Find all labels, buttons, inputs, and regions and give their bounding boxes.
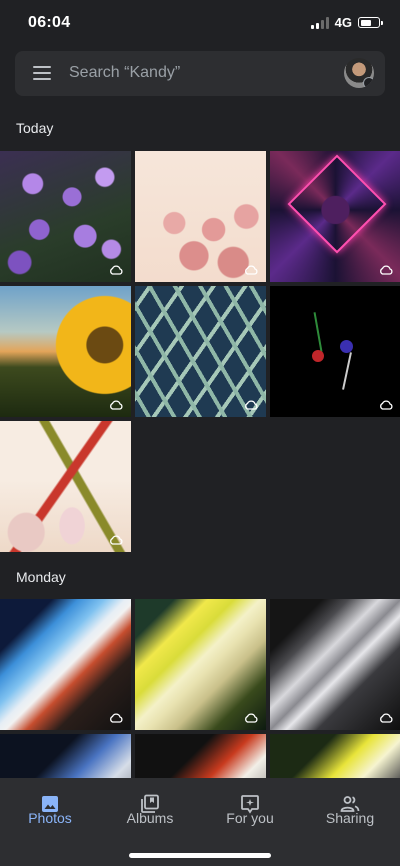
photo-thumbnail[interactable] xyxy=(135,151,266,282)
status-indicators: 4G xyxy=(310,15,383,30)
photo-thumbnail[interactable] xyxy=(0,286,131,417)
bottom-navigation: Photos Albums For you Sharing xyxy=(0,778,400,866)
nav-sharing[interactable]: Sharing xyxy=(300,778,400,838)
photo-thumbnail[interactable] xyxy=(270,286,400,417)
photo-thumbnail[interactable] xyxy=(270,734,400,778)
status-time: 06:04 xyxy=(28,14,71,31)
cloud-icon xyxy=(110,265,123,275)
signal-icon xyxy=(310,16,329,29)
search-input[interactable]: Search “Kandy” xyxy=(69,64,180,82)
status-bar: 06:04 4G xyxy=(0,0,400,46)
battery-icon xyxy=(358,17,383,28)
nav-label: For you xyxy=(226,810,274,826)
photo-thumbnail[interactable] xyxy=(270,599,400,730)
section-header-today: Today xyxy=(16,120,54,136)
search-bar[interactable]: Search “Kandy” xyxy=(15,51,385,96)
section-header-monday: Monday xyxy=(16,569,66,585)
photo-thumbnail[interactable] xyxy=(0,151,131,282)
photo-thumbnail[interactable] xyxy=(0,734,131,778)
cloud-icon xyxy=(110,713,123,723)
menu-icon[interactable] xyxy=(33,66,51,80)
photo-thumbnail[interactable] xyxy=(0,421,131,552)
nav-label: Albums xyxy=(126,810,174,826)
neon-diamond xyxy=(287,154,387,254)
avatar[interactable] xyxy=(344,58,374,88)
cloud-icon xyxy=(245,400,258,410)
nav-photos[interactable]: Photos xyxy=(0,778,100,838)
photo-thumbnail[interactable] xyxy=(135,286,266,417)
cloud-icon xyxy=(380,400,393,410)
nav-label: Photos xyxy=(28,810,72,826)
photo-grid-today xyxy=(0,151,400,553)
nav-albums[interactable]: Albums xyxy=(100,778,200,838)
photo-thumbnail[interactable] xyxy=(135,734,266,778)
cloud-icon xyxy=(110,535,123,545)
cloud-icon xyxy=(380,713,393,723)
nav-label: Sharing xyxy=(325,810,375,826)
cloud-icon xyxy=(245,713,258,723)
photo-thumbnail[interactable] xyxy=(270,151,400,282)
home-indicator[interactable] xyxy=(129,853,271,858)
backup-off-icon xyxy=(363,77,374,88)
photo-thumbnail[interactable] xyxy=(0,599,131,730)
cloud-icon xyxy=(110,400,123,410)
cloud-icon xyxy=(380,265,393,275)
photo-thumbnail[interactable] xyxy=(135,599,266,730)
nav-for-you[interactable]: For you xyxy=(200,778,300,838)
photo-grid-monday xyxy=(0,599,400,778)
cloud-icon xyxy=(245,265,258,275)
network-type: 4G xyxy=(334,15,352,30)
